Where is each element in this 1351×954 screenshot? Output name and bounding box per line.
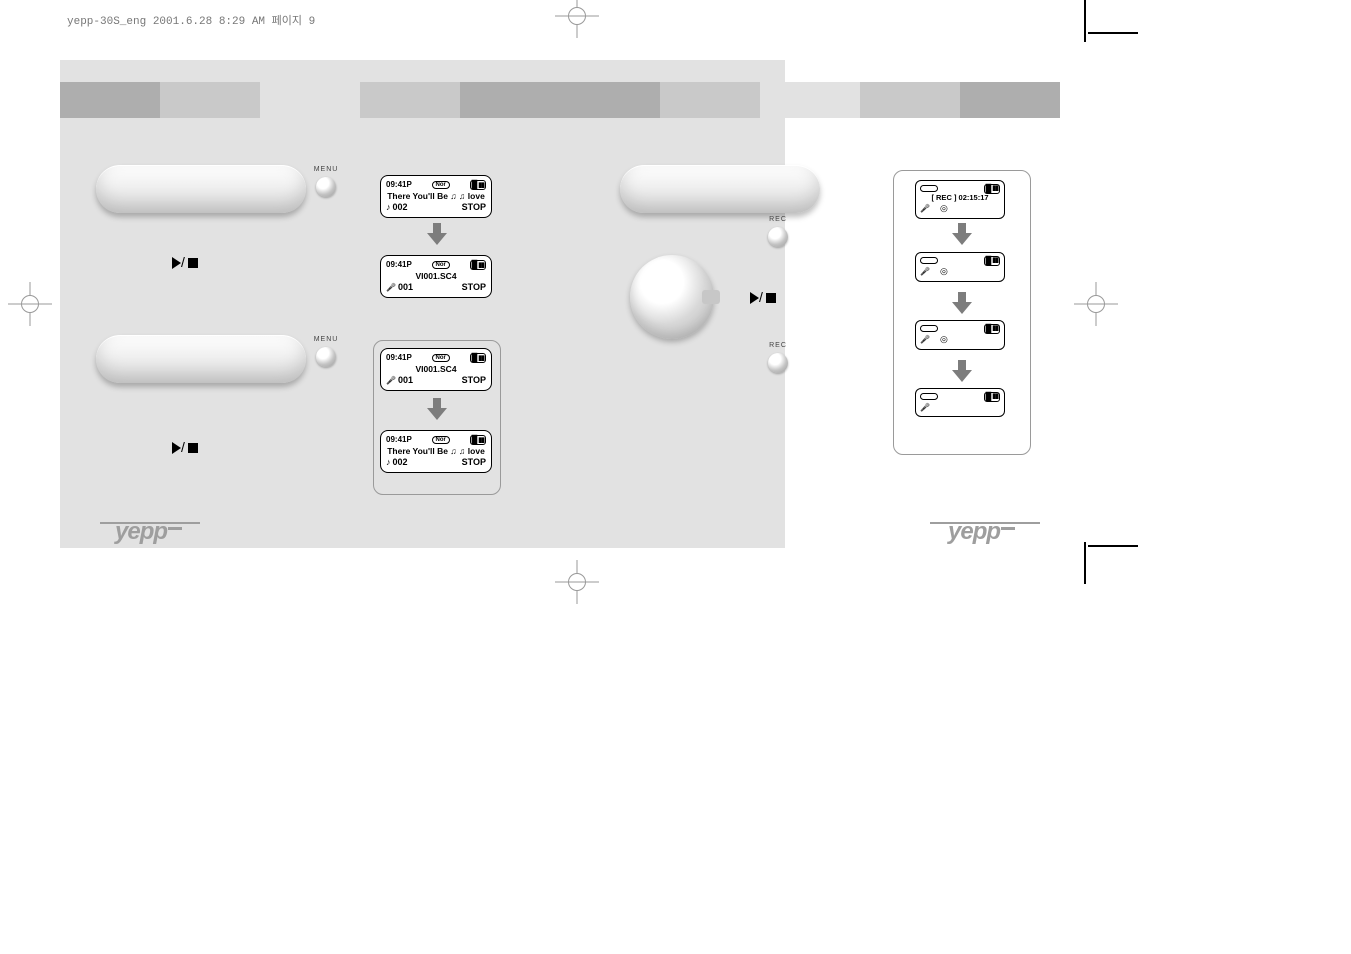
print-proof-page: yepp-30S_eng 2001.6.28 8:29 AM 페이지 9 MEN… xyxy=(0,0,1351,954)
lcd-screen: 09:41PNor▮▮ There You'll Be ♫ ♫ love 002… xyxy=(380,430,492,473)
play-stop-indicator: / xyxy=(172,440,198,454)
menu-button[interactable]: MENU xyxy=(316,347,336,367)
down-arrow-icon xyxy=(425,398,449,422)
down-arrow-icon xyxy=(950,223,974,247)
cd-icon: ◎ xyxy=(940,334,948,345)
menu-button[interactable]: MENU xyxy=(316,177,336,197)
switch-rec: REC xyxy=(620,165,880,235)
rec-button[interactable]: REC xyxy=(768,227,788,247)
menu-button-label: MENU xyxy=(314,336,339,343)
jog-knob-block: / REC xyxy=(620,255,880,355)
mic-icon xyxy=(920,334,932,345)
down-arrow-icon xyxy=(950,292,974,316)
gradient-bar xyxy=(60,82,560,118)
yepp-logo: yepp xyxy=(115,520,182,544)
lcd-screen: 09:41PNor▮▮ There You'll Be ♫ ♫ love 002… xyxy=(380,175,492,218)
switch-menu-top: MENU xyxy=(96,165,356,235)
rec-button-label: REC xyxy=(769,342,787,349)
rec-button[interactable]: REC xyxy=(768,353,788,373)
mic-icon xyxy=(920,203,932,214)
down-arrow-icon xyxy=(425,223,449,247)
mic-icon xyxy=(920,266,932,277)
corner-rule-tr xyxy=(1084,0,1086,42)
lcd-screen-mini: ▮▮ ◎ xyxy=(915,320,1005,350)
lcd-screen-mini: ▮▮ xyxy=(915,388,1005,417)
spread: MENU / MENU / 09:41PNor▮▮ Th xyxy=(60,60,1090,570)
corner-rule-tr-h xyxy=(1088,32,1138,34)
gradient-bar xyxy=(560,82,1060,118)
stop-icon xyxy=(188,258,198,268)
corner-rule-br-h xyxy=(1088,545,1138,547)
lcd-screen: 09:41PNor▮▮ VI001.SC4 001STOP xyxy=(380,255,492,298)
play-icon xyxy=(172,442,181,454)
switch-menu-bottom: MENU xyxy=(96,335,356,405)
stop-icon xyxy=(766,293,776,303)
menu-button-label: MENU xyxy=(314,166,339,173)
play-stop-indicator: / xyxy=(172,255,198,269)
cd-icon: ◎ xyxy=(940,203,948,214)
play-icon xyxy=(750,292,759,304)
stop-icon xyxy=(188,443,198,453)
left-page: MENU / MENU / 09:41PNor▮▮ Th xyxy=(60,60,560,570)
mic-icon xyxy=(920,402,932,412)
play-stop-indicator: / xyxy=(750,290,776,304)
lcd-screen: 09:41PNor▮▮ VI001.SC4 001STOP xyxy=(380,348,492,391)
mode-switch-pill[interactable] xyxy=(620,165,820,213)
yepp-logo: yepp xyxy=(948,520,1015,544)
mode-switch-pill[interactable] xyxy=(96,165,306,213)
lcd-screen-mini: ▮▮ ◎ xyxy=(915,252,1005,282)
mode-switch-pill[interactable] xyxy=(96,335,306,383)
jog-dial[interactable] xyxy=(630,255,714,339)
cd-icon: ◎ xyxy=(940,266,948,277)
rec-button-label: REC xyxy=(769,216,787,223)
lcd-screen-mini: ▮▮ [ REC ] 02:15:17 ◎ xyxy=(915,180,1005,219)
down-arrow-icon xyxy=(950,360,974,384)
play-icon xyxy=(172,257,181,269)
right-page: REC / REC ▮▮ [ REC ] 02:15:17 xyxy=(560,60,1060,570)
